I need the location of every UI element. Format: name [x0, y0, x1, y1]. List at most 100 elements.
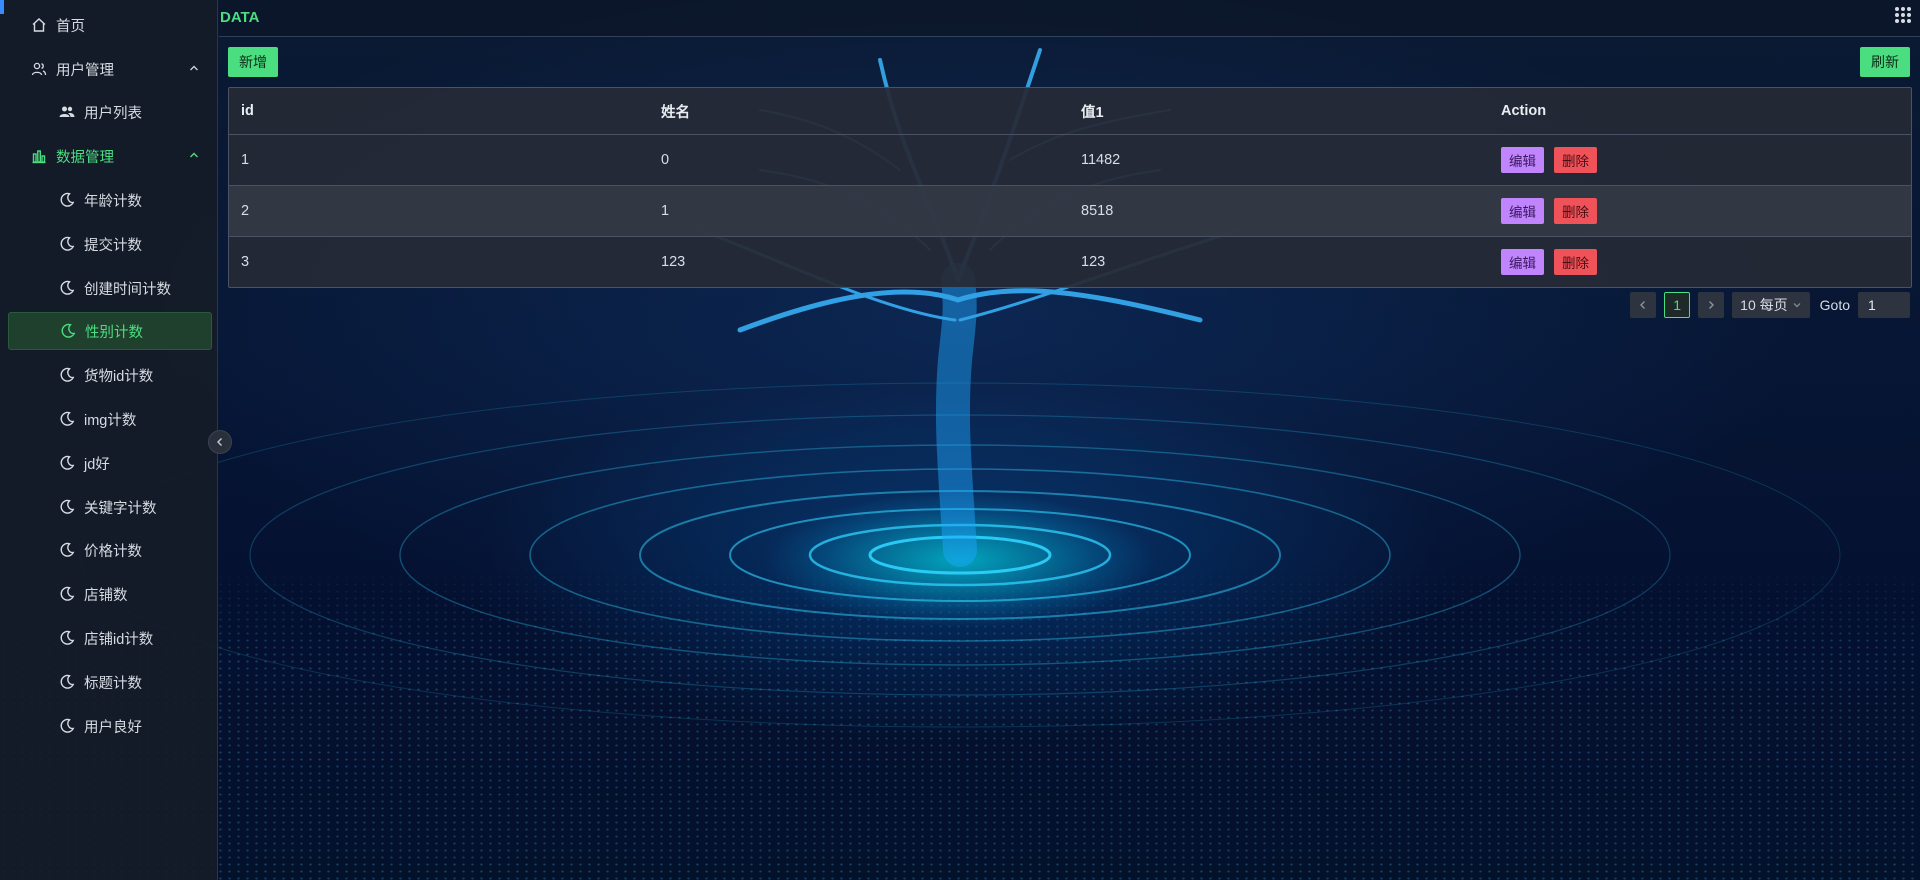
- sidebar-item-label: 年龄计数: [84, 193, 142, 210]
- sidebar-item-data-2[interactable]: 创建时间计数: [8, 269, 212, 307]
- sidebar-item-data-6[interactable]: jd好: [8, 444, 212, 482]
- cell-value1: 123: [1081, 254, 1106, 270]
- user-group-icon: [58, 103, 76, 121]
- moon-icon: [58, 191, 76, 209]
- moon-icon: [58, 717, 76, 735]
- sidebar-item-data-7[interactable]: 关键字计数: [8, 488, 212, 526]
- refresh-button[interactable]: 刷新: [1860, 47, 1910, 77]
- next-page-button[interactable]: [1698, 292, 1725, 318]
- sidebar-item-label: 价格计数: [84, 543, 142, 560]
- sidebar-item-data-8[interactable]: 价格计数: [8, 531, 212, 569]
- chevron-left-icon: [1640, 301, 1646, 309]
- column-header-action: Action: [1501, 103, 1547, 119]
- sidebar-item-label: 数据管理: [56, 149, 114, 166]
- edit-button[interactable]: 编辑: [1501, 147, 1544, 173]
- sidebar-group-data-management[interactable]: 数据管理: [8, 137, 212, 175]
- home-icon: [30, 16, 48, 34]
- moon-icon: [58, 585, 76, 603]
- sidebar-item-label: 用户管理: [56, 62, 114, 79]
- chevron-up-icon: [190, 152, 198, 158]
- chevron-left-icon: [217, 438, 222, 446]
- cell-id: 2: [241, 203, 250, 219]
- sidebar-item-data-1[interactable]: 提交计数: [8, 225, 212, 263]
- grid-icon[interactable]: [1894, 6, 1912, 24]
- table-row: 3 123 123 编辑 删除: [229, 236, 1911, 287]
- sidebar-item-label: 用户良好: [84, 719, 142, 736]
- sidebar-item-label: 店铺数: [84, 587, 128, 604]
- brand-title: DATA: [220, 9, 260, 26]
- sidebar-item-data-11[interactable]: 标题计数: [8, 663, 212, 701]
- particle-field: [0, 560, 1920, 880]
- pagination: 1 10 每页 Goto 1: [1630, 292, 1910, 318]
- prev-page-button[interactable]: [1630, 292, 1657, 318]
- sidebar-item-data-9[interactable]: 店铺数: [8, 575, 212, 613]
- top-header: DATA: [219, 0, 1920, 37]
- page-number-current[interactable]: 1: [1664, 292, 1691, 318]
- moon-icon: [58, 366, 76, 384]
- chevron-up-icon: [190, 65, 198, 71]
- moon-icon: [58, 410, 76, 428]
- table-row: 2 1 8518 编辑 删除: [229, 185, 1911, 236]
- delete-button[interactable]: 删除: [1554, 198, 1597, 224]
- sidebar-item-label: 货物id计数: [84, 368, 154, 385]
- bar-chart-icon: [30, 147, 48, 165]
- moon-icon: [58, 673, 76, 691]
- sidebar-item-label: img计数: [84, 412, 137, 429]
- delete-button[interactable]: 删除: [1554, 249, 1597, 275]
- moon-icon: [58, 279, 76, 297]
- moon-icon: [58, 629, 76, 647]
- moon-icon: [58, 498, 76, 516]
- add-button[interactable]: 新增: [228, 47, 278, 77]
- page-size-select[interactable]: 10 每页: [1732, 292, 1810, 318]
- sidebar-item-label: 提交计数: [84, 237, 142, 254]
- sidebar-item-label: 关键字计数: [84, 500, 157, 517]
- sidebar-item-label: 性别计数: [85, 324, 143, 341]
- moon-icon: [59, 322, 77, 340]
- cell-id: 3: [241, 254, 250, 270]
- collapse-sidebar-button[interactable]: [208, 430, 232, 454]
- sidebar-item-home[interactable]: 首页: [8, 6, 212, 44]
- sidebar-group-user-management[interactable]: 用户管理: [8, 50, 212, 88]
- users-icon: [30, 60, 48, 78]
- sidebar-accent-bar: [0, 0, 4, 14]
- data-table: id 姓名 值1 Action 1 0 11482 编辑 删除 2 1 8518 编辑 删除 3 12…: [228, 87, 1912, 288]
- edit-button[interactable]: 编辑: [1501, 198, 1544, 224]
- cell-id: 1: [241, 152, 250, 168]
- column-header-name: 姓名: [661, 104, 690, 121]
- cell-actions: 编辑 删除: [1489, 147, 1911, 173]
- column-header-id: id: [241, 103, 254, 119]
- chevron-right-icon: [1709, 301, 1715, 309]
- goto-page-input[interactable]: 1: [1858, 292, 1910, 318]
- cell-value1: 11482: [1081, 152, 1121, 168]
- moon-icon: [58, 235, 76, 253]
- sidebar-item-label: jd好: [84, 456, 110, 473]
- table-row: 1 0 11482 编辑 删除: [229, 134, 1911, 185]
- cell-value1: 8518: [1081, 203, 1114, 219]
- edit-button[interactable]: 编辑: [1501, 249, 1544, 275]
- sidebar-item-data-12[interactable]: 用户良好: [8, 707, 212, 745]
- cell-name: 1: [661, 203, 670, 219]
- sidebar-item-label: 创建时间计数: [84, 281, 171, 298]
- cell-name: 0: [661, 152, 670, 168]
- sidebar-item-data-4[interactable]: 货物id计数: [8, 356, 212, 394]
- page-size-label: 10 每页: [1740, 297, 1788, 313]
- sidebar-item-user-list[interactable]: 用户列表: [8, 93, 212, 131]
- sidebar-item-data-5[interactable]: img计数: [8, 400, 212, 438]
- sidebar-item-label: 用户列表: [84, 105, 142, 122]
- moon-icon: [58, 454, 76, 472]
- sidebar-item-data-10[interactable]: 店铺id计数: [8, 619, 212, 657]
- sidebar-item-data-0[interactable]: 年龄计数: [8, 181, 212, 219]
- delete-button[interactable]: 删除: [1554, 147, 1597, 173]
- cell-actions: 编辑 删除: [1489, 198, 1911, 224]
- sidebar-item-label: 首页: [56, 18, 85, 35]
- cell-name: 123: [661, 254, 686, 270]
- column-header-value1: 值1: [1081, 104, 1104, 121]
- sidebar: 首页 用户管理 用户列表 数据管理 年龄计数提交计数创建时间计数 性别计数货物id…: [0, 0, 232, 880]
- sidebar-item-data-3[interactable]: 性别计数: [8, 312, 212, 350]
- sidebar-item-label: 标题计数: [84, 675, 142, 692]
- chevron-down-icon: [1793, 303, 1801, 308]
- goto-label: Goto: [1819, 297, 1850, 313]
- moon-icon: [58, 541, 76, 559]
- sidebar-item-label: 店铺id计数: [84, 631, 154, 648]
- cell-actions: 编辑 删除: [1489, 249, 1911, 275]
